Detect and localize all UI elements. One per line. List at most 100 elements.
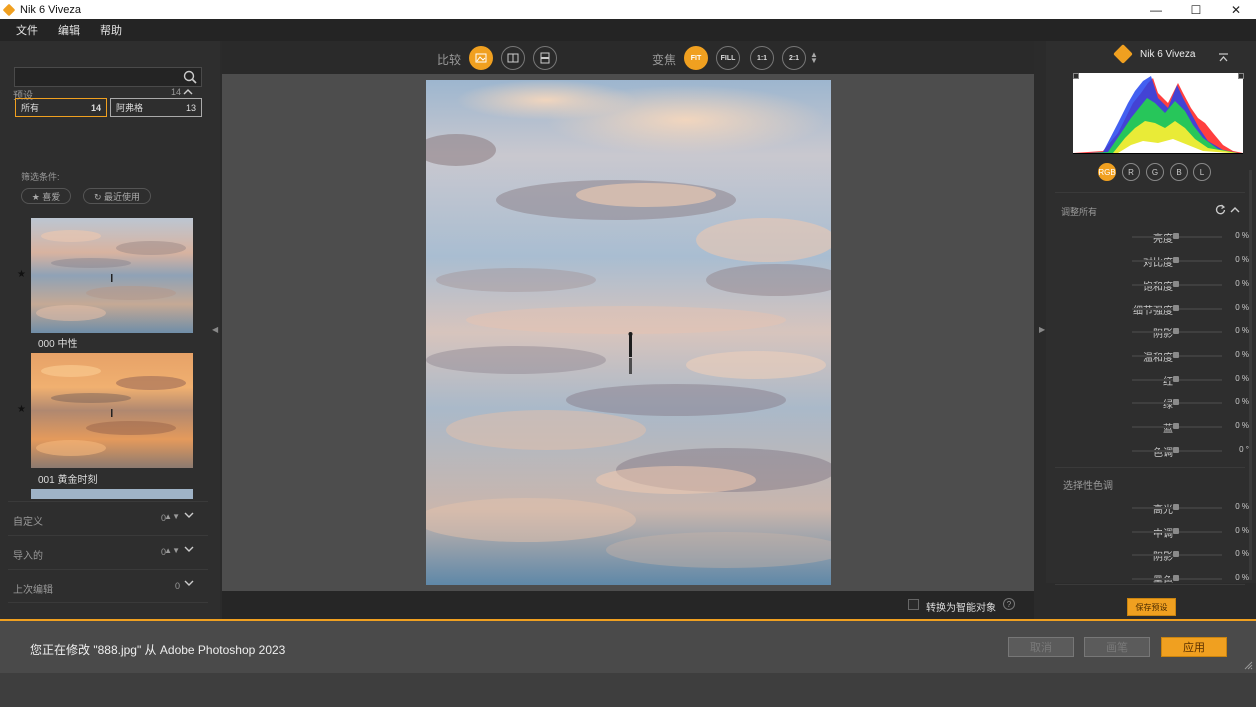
adjustments-scrollbar[interactable] xyxy=(1249,170,1252,580)
channel-rgb-button[interactable]: RGB xyxy=(1098,163,1116,181)
search-icon[interactable] xyxy=(183,70,197,84)
favorite-star-icon[interactable]: ★ xyxy=(17,269,26,280)
filter-favorites-button[interactable]: ★ 喜爱 xyxy=(21,188,71,204)
channel-l-button[interactable]: L xyxy=(1193,163,1211,181)
canvas-footer: 转换为智能对象 ? xyxy=(222,591,1034,619)
zoom-stepper-icon[interactable]: ▲ ▼ xyxy=(810,51,818,65)
collapse-section-icon[interactable] xyxy=(1230,206,1240,214)
zoom-1-1-button[interactable]: 1:1 xyxy=(750,46,774,70)
chevron-down-icon[interactable] xyxy=(184,545,194,553)
view-toolbar: 比较 变焦 FIT FILL 1:1 2:1 ▲ ▼ xyxy=(222,41,1034,74)
tab-all-count: 14 xyxy=(90,102,101,113)
collapse-top-icon[interactable] xyxy=(1218,53,1229,63)
slider-blue[interactable]: 蓝0 % xyxy=(1055,420,1255,435)
zoom-fill-button[interactable]: FILL xyxy=(716,46,740,70)
save-preset-button[interactable]: 保存预设 xyxy=(1127,598,1176,616)
slider-handle[interactable] xyxy=(1173,423,1179,429)
minimize-button[interactable]: — xyxy=(1136,0,1176,19)
preset-search-input[interactable] xyxy=(14,67,202,87)
smart-object-label: 转换为智能对象 xyxy=(926,603,996,614)
channel-b-button[interactable]: B xyxy=(1170,163,1188,181)
brush-button[interactable]: 画笔 xyxy=(1084,637,1150,657)
filter-recent-button[interactable]: ↻ 最近使用 xyxy=(83,188,151,204)
viveza-logo-icon xyxy=(1113,44,1133,64)
slider-highlights[interactable]: 高光 0 % xyxy=(1055,501,1255,516)
chevron-down-icon[interactable] xyxy=(184,579,194,587)
slider-saturation[interactable]: 饱和度 0 % xyxy=(1055,278,1255,293)
preset-thumbnail-neutral[interactable] xyxy=(31,218,193,333)
collapse-left-panel-icon[interactable]: ◀ xyxy=(212,325,218,334)
slider-handle[interactable] xyxy=(1173,551,1179,557)
favorite-star-icon[interactable]: ★ xyxy=(17,404,26,415)
section-custom[interactable]: 自定义 0 ▲▼ xyxy=(8,501,208,534)
divider xyxy=(1055,467,1245,468)
smart-object-checkbox[interactable] xyxy=(908,599,919,610)
preset-label-neutral: 000 中性 xyxy=(38,339,78,350)
stepper-icon[interactable]: ▲▼ xyxy=(164,512,180,521)
preset-thumbnail-golden-hour[interactable] xyxy=(31,353,193,468)
collapse-presets-icon[interactable] xyxy=(183,88,193,96)
slider-handle[interactable] xyxy=(1173,399,1179,405)
menu-help[interactable]: 帮助 xyxy=(100,22,122,38)
slider-handle[interactable] xyxy=(1173,281,1179,287)
zoom-2-1-button[interactable]: 2:1 xyxy=(782,46,806,70)
slider-value: 0 % xyxy=(1235,374,1249,383)
resize-grip-icon[interactable] xyxy=(1244,661,1253,670)
slider-hue[interactable]: 色调 0 ° xyxy=(1055,444,1255,459)
slider-selective-shadows[interactable]: 阴影 0 % xyxy=(1055,548,1255,563)
split-view-button[interactable] xyxy=(501,46,525,70)
cancel-button[interactable]: 取消 xyxy=(1008,637,1074,657)
slider-handle[interactable] xyxy=(1173,447,1179,453)
slider-handle[interactable] xyxy=(1173,504,1179,510)
slider-structure[interactable]: 细节强度 0 % xyxy=(1055,302,1255,317)
zoom-fit-button[interactable]: FIT xyxy=(684,46,708,70)
menu-edit[interactable]: 编辑 xyxy=(58,22,80,38)
stepper-icon[interactable]: ▲▼ xyxy=(164,546,180,555)
slider-handle[interactable] xyxy=(1173,528,1179,534)
slider-handle[interactable] xyxy=(1173,575,1179,581)
window-title: Nik 6 Viveza xyxy=(20,3,81,16)
slider-value: 0 % xyxy=(1235,231,1249,240)
close-button[interactable]: ✕ xyxy=(1216,0,1256,19)
histogram xyxy=(1073,73,1243,154)
slider-handle[interactable] xyxy=(1173,376,1179,382)
divider xyxy=(1055,584,1245,585)
channel-r-button[interactable]: R xyxy=(1122,163,1140,181)
slider-shadows[interactable]: 阴影 0 % xyxy=(1055,325,1255,340)
slider-handle[interactable] xyxy=(1173,352,1179,358)
apply-button[interactable]: 应用 xyxy=(1161,637,1227,657)
single-view-button[interactable] xyxy=(469,46,493,70)
tab-all-label: 所有 xyxy=(21,103,40,113)
slider-midtones[interactable]: 中调 0 % xyxy=(1055,525,1255,540)
side-by-side-button[interactable] xyxy=(533,46,557,70)
tab-afuge-presets[interactable]: 阿弗格 13 xyxy=(110,98,202,117)
slider-handle[interactable] xyxy=(1173,233,1179,239)
slider-green[interactable]: 绿0 % xyxy=(1055,396,1255,411)
slider-red[interactable]: 红0 % xyxy=(1055,373,1255,388)
section-imported-label: 导入的 xyxy=(13,551,43,562)
channel-g-button[interactable]: G xyxy=(1146,163,1164,181)
slider-handle[interactable] xyxy=(1173,257,1179,263)
slider-value: 0 % xyxy=(1235,397,1249,406)
section-last-edit[interactable]: 上次编辑 0 xyxy=(8,569,208,602)
slider-brightness[interactable]: 亮度 0 % xyxy=(1055,230,1255,245)
slider-value: 0 % xyxy=(1235,573,1249,582)
help-icon[interactable]: ? xyxy=(1003,598,1015,610)
divider xyxy=(1055,192,1245,193)
preview-image[interactable] xyxy=(426,80,831,585)
menu-file[interactable]: 文件 xyxy=(16,22,38,38)
slider-value: 0 % xyxy=(1235,526,1249,535)
preset-thumbnail-partial[interactable] xyxy=(31,489,193,499)
slider-handle[interactable] xyxy=(1173,328,1179,334)
slider-value: 0 % xyxy=(1235,255,1249,264)
slider-warmth[interactable]: 温和度 0 % xyxy=(1055,349,1255,364)
reset-icon[interactable] xyxy=(1215,204,1226,215)
collapse-right-panel-icon[interactable]: ▶ xyxy=(1039,325,1045,334)
title-bar: Nik 6 Viveza — ☐ ✕ xyxy=(0,0,1256,19)
slider-handle[interactable] xyxy=(1173,305,1179,311)
chevron-down-icon[interactable] xyxy=(184,511,194,519)
section-imported[interactable]: 导入的 0 ▲▼ xyxy=(8,535,208,568)
tab-all-presets[interactable]: 所有 14 xyxy=(15,98,107,117)
maximize-button[interactable]: ☐ xyxy=(1176,0,1216,19)
slider-contrast[interactable]: 对比度 0 % xyxy=(1055,254,1255,269)
